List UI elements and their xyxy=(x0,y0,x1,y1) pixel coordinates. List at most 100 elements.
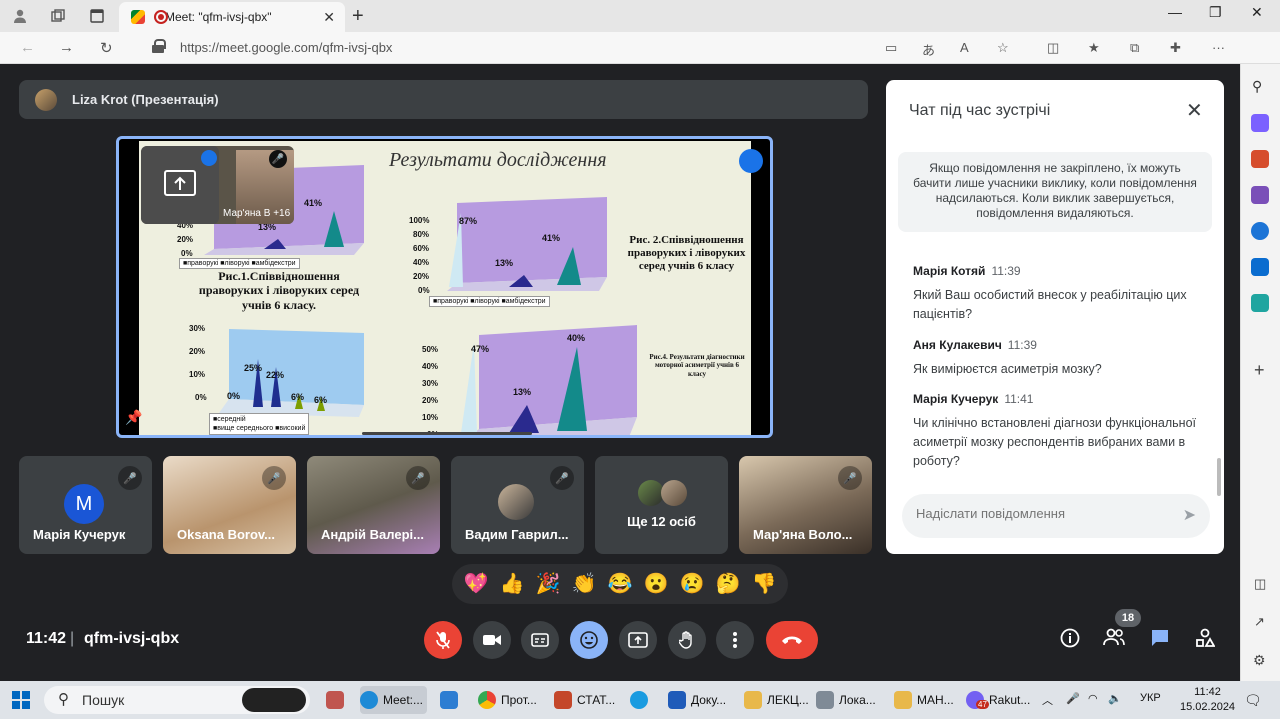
reaction-thumbs-down-button[interactable]: 👎 xyxy=(752,574,777,594)
input-language[interactable]: УКР xyxy=(1140,692,1161,704)
reaction-party-button[interactable]: 🎉 xyxy=(536,574,561,594)
chat-scrollbar[interactable] xyxy=(1217,458,1221,496)
close-icon[interactable]: ✕ xyxy=(323,9,335,26)
reaction-heart-button[interactable]: 💖 xyxy=(464,574,489,594)
read-aloud-icon[interactable]: A xyxy=(960,40,969,55)
lock-icon[interactable] xyxy=(152,39,166,53)
notifications-icon[interactable]: 🗨 xyxy=(1244,692,1262,709)
people-icon[interactable] xyxy=(1103,628,1125,651)
camera-permission-icon[interactable]: ▭ xyxy=(885,40,897,56)
new-tab-button[interactable]: + xyxy=(352,5,364,28)
tray-overflow-icon[interactable]: ︿ xyxy=(1042,692,1053,708)
chart-3-label: 22% xyxy=(266,370,285,380)
tools-icon[interactable] xyxy=(1251,150,1269,168)
chat-message-input[interactable] xyxy=(916,506,1166,521)
tab-actions-icon[interactable] xyxy=(87,6,107,26)
microsoft-365-icon[interactable] xyxy=(1251,222,1269,240)
copilot-icon xyxy=(242,688,306,712)
participant-tile[interactable]: 🎤 Мар'яна Воло... xyxy=(739,456,872,554)
minimize-button[interactable]: — xyxy=(1168,4,1182,20)
share-screen-tile[interactable] xyxy=(141,146,219,224)
meeting-info-icon[interactable] xyxy=(1060,628,1080,653)
drop-icon[interactable] xyxy=(1251,294,1269,312)
participant-tile[interactable]: 🎤 Андрій Валері... xyxy=(307,456,440,554)
profile-icon[interactable] xyxy=(10,6,30,26)
participant-tile[interactable]: 🎤 Oksana Borov... xyxy=(163,456,296,554)
tab-title: Meet: "qfm-ivsj-qbx" xyxy=(165,10,272,24)
taskbar-app-chrome[interactable]: Прот... xyxy=(478,686,537,714)
activities-icon[interactable] xyxy=(1195,628,1216,653)
legend-item: амбідекстри xyxy=(255,260,296,267)
favorite-icon[interactable]: ☆ xyxy=(997,40,1009,56)
taskbar-search[interactable]: ⚲ Пошук xyxy=(44,686,310,714)
taskbar-app-photos[interactable] xyxy=(326,686,349,714)
forward-icon[interactable]: → xyxy=(59,39,74,56)
mic-off-icon: 🎤 xyxy=(118,466,142,490)
extensions-icon[interactable]: ✚ xyxy=(1170,40,1181,56)
reaction-laugh-button[interactable]: 😂 xyxy=(608,574,633,594)
more-participants-tile[interactable]: Ще 12 осіб xyxy=(595,456,728,554)
sidebar-layout-icon[interactable]: ◫ xyxy=(1254,576,1266,592)
microphone-icon[interactable]: 🎤 xyxy=(1066,692,1080,705)
send-icon[interactable]: ➤ xyxy=(1183,505,1196,525)
reload-icon[interactable]: ↻ xyxy=(100,39,113,57)
photos-icon xyxy=(326,691,344,709)
reaction-thinking-button[interactable]: 🤔 xyxy=(716,574,741,594)
participant-tile[interactable]: M 🎤 Марія Кучерук xyxy=(19,456,152,554)
present-button[interactable] xyxy=(619,621,657,659)
translate-icon[interactable]: あ xyxy=(922,40,935,59)
raise-hand-button[interactable] xyxy=(668,621,706,659)
reaction-clap-button[interactable]: 👏 xyxy=(572,574,597,594)
chart-4-label: 13% xyxy=(513,387,532,397)
mic-toggle-button[interactable] xyxy=(424,621,462,659)
captions-button[interactable] xyxy=(521,621,559,659)
taskbar-app-folder-2[interactable]: MAH... xyxy=(894,686,954,714)
stage-scrollbar[interactable] xyxy=(362,432,532,435)
reaction-surprised-button[interactable]: 😮 xyxy=(644,574,669,594)
mic-off-icon xyxy=(436,631,450,649)
settings-icon[interactable]: ⚙ xyxy=(1253,652,1266,669)
taskbar-app-powerpoint[interactable]: СТАТ... xyxy=(554,686,615,714)
taskbar-app-edge[interactable]: Meet:... xyxy=(360,686,428,714)
taskbar-clock[interactable]: 11:42 15.02.2024 xyxy=(1180,685,1235,715)
taskbar-app-store[interactable] xyxy=(440,686,463,714)
outlook-icon[interactable] xyxy=(1251,258,1269,276)
url-field[interactable]: https://meet.google.com/qfm-ivsj-qbx xyxy=(180,40,392,55)
message-time: 11:39 xyxy=(991,264,1021,278)
workspaces-icon[interactable] xyxy=(48,6,68,26)
participant-tile[interactable]: 🎤 Вадим Гаврил... xyxy=(451,456,584,554)
presentation-stage[interactable]: Результати дослідження 40% 20% 0% 41% 13… xyxy=(116,136,773,438)
add-icon[interactable]: + xyxy=(1254,360,1265,381)
split-screen-icon[interactable]: ◫ xyxy=(1047,40,1059,56)
games-icon[interactable] xyxy=(1251,186,1269,204)
back-icon[interactable]: ← xyxy=(20,39,35,56)
more-options-button[interactable] xyxy=(716,621,754,659)
close-icon[interactable]: ✕ xyxy=(1186,98,1203,123)
taskbar-app-folder[interactable]: ЛЕКЦ... xyxy=(744,686,809,714)
start-button[interactable] xyxy=(12,691,30,709)
mic-off-icon: 🎤 xyxy=(406,466,430,490)
restore-button[interactable]: ❐ xyxy=(1209,4,1222,21)
more-icon[interactable]: ··· xyxy=(1212,40,1225,55)
wifi-icon[interactable]: ◠ xyxy=(1088,692,1098,705)
taskbar-app-skype[interactable] xyxy=(630,686,653,714)
volume-icon[interactable]: 🔈 xyxy=(1108,692,1122,705)
chat-input-box[interactable]: ➤ xyxy=(902,494,1210,538)
search-icon[interactable]: ⚲ xyxy=(1252,78,1262,95)
reaction-sad-button[interactable]: 😢 xyxy=(680,574,705,594)
camera-toggle-button[interactable] xyxy=(473,621,511,659)
end-call-button[interactable] xyxy=(766,621,818,659)
favorites-icon[interactable]: ★ xyxy=(1088,40,1100,56)
tab-meet[interactable]: Meet: "qfm-ivsj-qbx" ✕ xyxy=(119,2,345,32)
taskbar-app-local-disk[interactable]: Лока... xyxy=(816,686,876,714)
collections-icon[interactable]: ⧉ xyxy=(1130,40,1139,56)
taskbar-app-viber[interactable]: 47 Rakut... xyxy=(966,686,1030,714)
reaction-thumbs-up-button[interactable]: 👍 xyxy=(500,574,525,594)
pin-icon[interactable]: 📌 xyxy=(125,409,142,426)
window-close-button[interactable]: ✕ xyxy=(1251,4,1263,21)
chat-icon[interactable] xyxy=(1150,628,1170,653)
external-link-icon[interactable]: ↗ xyxy=(1254,614,1265,630)
taskbar-app-word[interactable]: Доку... xyxy=(668,686,726,714)
shopping-icon[interactable] xyxy=(1251,114,1269,132)
reactions-button[interactable] xyxy=(570,621,608,659)
